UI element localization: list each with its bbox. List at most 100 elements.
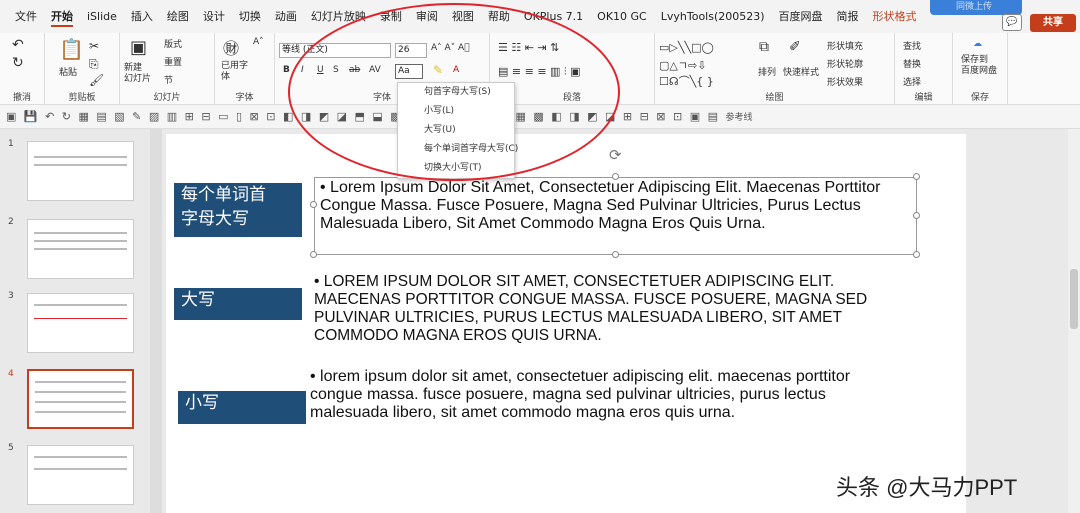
highlight-icon[interactable]: ✎ [433, 63, 443, 77]
arrange-icon[interactable]: ⧉ [759, 39, 769, 55]
menu-bar: 文件 开始 iSlide 插入 绘图 设计 切换 动画 幻灯片放映 录制 审阅 视图 帮助 OKPlus … [0, 0, 1080, 33]
select-button[interactable]: 选择 [903, 75, 921, 88]
undo-icon[interactable]: ↶ [12, 37, 24, 53]
change-case-button[interactable]: Aa [395, 64, 423, 79]
slides-group: ▣ 新建 幻灯片 版式 重置 节 幻灯片 [120, 33, 215, 105]
rotate-handle-icon[interactable]: ⟳ [609, 146, 622, 164]
slides-group-label: 幻灯片 [153, 93, 181, 103]
slide-thumbnail-2[interactable] [27, 219, 134, 279]
thumbnail-scrollbar[interactable] [150, 129, 162, 513]
undo-group: ↶ ↻ 撤消 [0, 33, 45, 105]
strikethrough-icon[interactable]: ab [349, 65, 360, 75]
case-menu-item[interactable]: 每个单词首字母大写(C) [398, 140, 518, 159]
paste-button[interactable]: 粘贴 [59, 65, 77, 78]
section-button[interactable]: 节 [164, 73, 173, 86]
slide-thumbnail-3[interactable] [27, 293, 134, 353]
reset-button[interactable]: 重置 [164, 55, 182, 68]
quick-styles-button[interactable]: 快速样式 [783, 65, 819, 78]
align-icon[interactable]: ▤ ≡ ≡ ≡ ▥ ⫶ ▣ [498, 65, 581, 79]
text-lowercase[interactable]: • lorem ipsum dolor sit amet, consectetu… [310, 368, 880, 422]
font-size-select[interactable]: 26 [395, 43, 427, 58]
case-menu-item[interactable]: 大写(U) [398, 121, 514, 140]
bullets-icon[interactable]: ☰ ☷ ⇤ ⇥ ⇅ [498, 41, 559, 54]
case-menu-item[interactable]: 小写(L) [398, 102, 514, 121]
baidu-cloud-icon[interactable]: ☁ [973, 39, 982, 49]
tab-1[interactable]: 开始 [44, 0, 80, 33]
char-spacing-icon[interactable]: AV [369, 65, 381, 75]
tab-17[interactable]: 简报 [830, 0, 866, 33]
find-button[interactable]: 查找 [903, 39, 921, 52]
arrange-button[interactable]: 排列 [758, 65, 776, 78]
new-slide-button[interactable]: 新建 幻灯片 [124, 63, 151, 85]
redo-icon[interactable]: ↻ [12, 55, 24, 71]
thumbnail-number: 5 [8, 443, 14, 453]
bold-icon[interactable]: B [283, 65, 290, 75]
text-title-case[interactable]: • Lorem Ipsum Dolor Sit Amet, Consectetu… [320, 179, 906, 233]
tab-5[interactable]: 设计 [196, 0, 232, 33]
shapes-gallery-icon[interactable]: ▭▷╲╲□◯ [659, 41, 714, 54]
save-to-baidu-button[interactable]: 保存到 百度网盘 [961, 55, 997, 77]
resize-handle[interactable] [913, 212, 920, 219]
undo-group-label: 撤消 [12, 93, 31, 103]
shape-fill-button[interactable]: 形状填充 [827, 39, 863, 52]
quick-access-toolbar[interactable]: ▣ 💾 ↶ ↻ ▦ ▤ ▧ ✎ ▨ ▥ ⊞ ⊟ ▭ ▯ ⊠ ⊡ ◧ ◨ ◩ ◪ … [0, 105, 1080, 129]
save-group: ☁ 保存到 百度网盘 保存 [953, 33, 1008, 105]
tab-10[interactable]: 审阅 [409, 0, 445, 33]
quick-styles-icon[interactable]: ✐ [789, 39, 801, 55]
case-menu-item[interactable]: 切换大小写(T) [398, 159, 514, 178]
tab-6[interactable]: 切换 [232, 0, 268, 33]
resize-handle[interactable] [612, 251, 619, 258]
tab-14[interactable]: OK10 GC [590, 0, 654, 33]
tab-8[interactable]: 幻灯片放映 [304, 0, 373, 33]
scrollbar-thumb[interactable] [1070, 269, 1078, 329]
comment-icon[interactable]: 💬 [1002, 14, 1022, 31]
shape-outline-button[interactable]: 形状轮廓 [827, 57, 863, 70]
slide-thumbnail-4[interactable] [27, 369, 134, 429]
shapes-gallery-row3-icon[interactable]: ☐☊⌒╲{ } [659, 73, 714, 89]
cloud-upload-button[interactable]: 同微上传 [930, 0, 1022, 15]
copy-icon[interactable]: ⎘ [89, 57, 99, 72]
resize-handle[interactable] [913, 251, 920, 258]
case-menu-item[interactable]: 句首字母大写(S) [398, 83, 514, 102]
font-name-select[interactable]: 等线 (正文) [279, 43, 391, 58]
replace-button[interactable]: 替换 [903, 57, 921, 70]
tab-15[interactable]: LvyhTools(200523) [654, 0, 772, 33]
font-grow-icon[interactable]: A˄ [253, 37, 264, 47]
tab-11[interactable]: 视图 [445, 0, 481, 33]
italic-icon[interactable]: I [301, 65, 304, 75]
vertical-scrollbar[interactable] [1068, 129, 1080, 513]
tab-12[interactable]: 帮助 [481, 0, 517, 33]
font-size-increase-icon[interactable]: A˄ A˅ A⃝ [431, 43, 470, 53]
slide-thumbnail-5[interactable] [27, 445, 134, 505]
resize-handle[interactable] [310, 251, 317, 258]
share-button[interactable]: 共享 [1030, 14, 1076, 32]
text-uppercase[interactable]: • LOREM IPSUM DOLOR SIT AMET, CONSECTETU… [314, 273, 904, 345]
tab-9[interactable]: 录制 [373, 0, 409, 33]
format-painter-icon[interactable]: 🖌 [89, 73, 104, 87]
shadow-icon[interactable]: S [333, 65, 339, 75]
paste-icon[interactable]: 📋 [59, 37, 84, 61]
tab-4[interactable]: 绘图 [160, 0, 196, 33]
tab-16[interactable]: 百度网盘 [772, 0, 830, 33]
tab-13[interactable]: OKPlus 7.1 [517, 0, 590, 33]
layout-button[interactable]: 版式 [164, 37, 182, 50]
cut-icon[interactable]: ✂ [89, 39, 99, 53]
shapes-gallery-row2-icon[interactable]: ▢△ㄱ⇨⇩ [659, 57, 706, 73]
font-char-icon[interactable]: ㊖ [223, 35, 239, 59]
used-fonts-button[interactable]: 已用字 体 [221, 61, 248, 83]
thumbnail-number: 3 [8, 291, 14, 301]
resize-handle[interactable] [310, 201, 317, 208]
font-color-icon[interactable]: A [453, 65, 459, 75]
new-slide-icon[interactable]: ▣ [130, 37, 147, 58]
tab-2[interactable]: iSlide [80, 0, 124, 33]
tab-7[interactable]: 动画 [268, 0, 304, 33]
shape-effects-button[interactable]: 形状效果 [827, 75, 863, 88]
resize-handle[interactable] [913, 173, 920, 180]
tab-0[interactable]: 文件 [8, 0, 44, 33]
tab-18[interactable]: 形状格式 [866, 0, 924, 33]
slide-thumbnail-1[interactable] [27, 141, 134, 201]
tab-3[interactable]: 插入 [124, 0, 160, 33]
reference-line-toggle[interactable]: 参考线 [726, 113, 753, 123]
underline-icon[interactable]: U [317, 65, 324, 75]
used-fonts-group: ㊖ 已用字 体 A˄ 字体 [215, 33, 275, 105]
